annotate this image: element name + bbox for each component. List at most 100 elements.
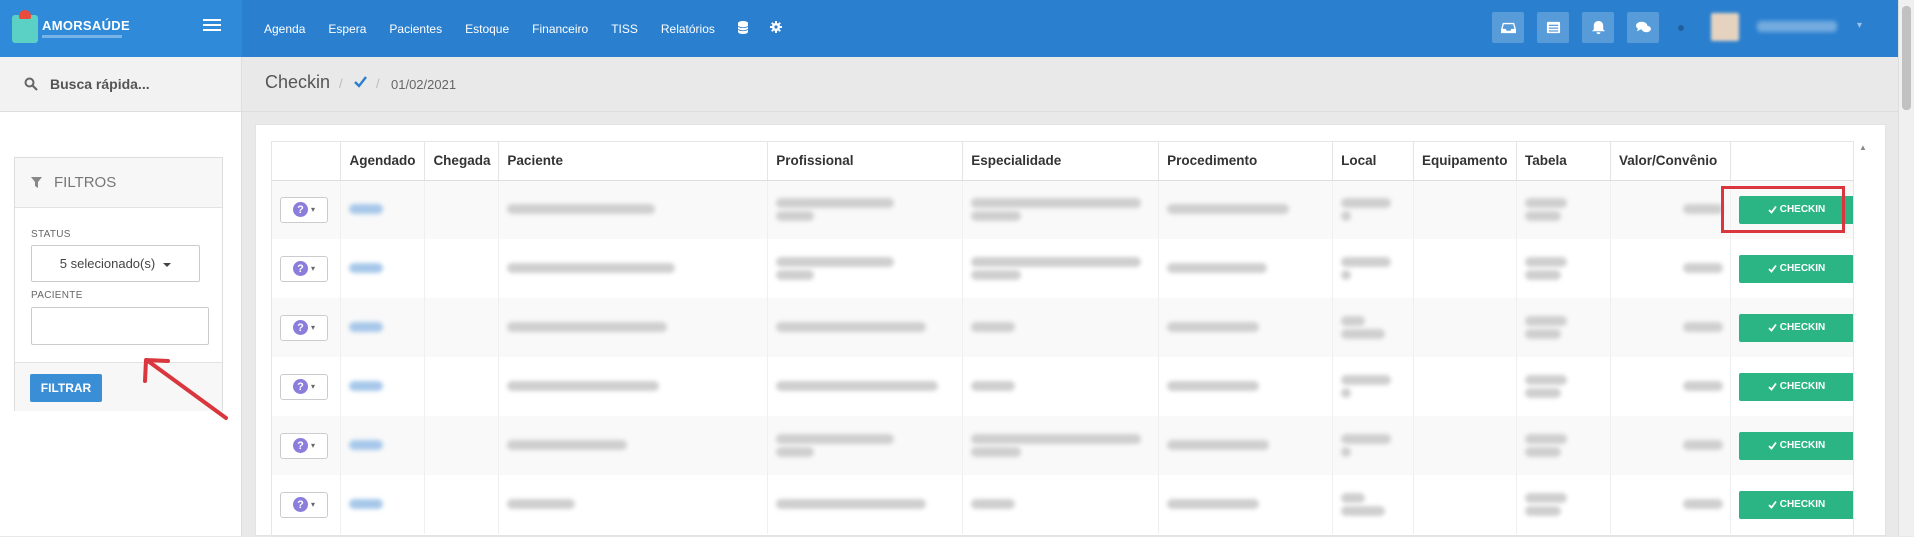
table-cell — [1158, 298, 1334, 357]
table-row[interactable]: ? ▾ CHECKIN — [272, 475, 1853, 534]
online-status-indicator — [1678, 25, 1684, 31]
status-dropdown-button[interactable]: ? ▾ — [280, 373, 328, 400]
gear-icon[interactable] — [769, 21, 782, 36]
patient-input[interactable] — [31, 307, 209, 345]
checkin-button[interactable]: CHECKIN — [1739, 372, 1853, 401]
status-dropdown-button[interactable]: ? ▾ — [280, 432, 328, 459]
page-scrollbar[interactable] — [1898, 0, 1914, 536]
breadcrumb: Checkin / / 01/02/2021 — [242, 57, 1898, 112]
redacted-text — [349, 204, 384, 215]
nav-tiss[interactable]: TISS — [611, 22, 638, 36]
status-dropdown-button[interactable]: ? ▾ — [280, 491, 328, 518]
scrollbar-thumb[interactable] — [1902, 6, 1911, 110]
redacted-text — [1682, 381, 1723, 391]
checkin-button[interactable]: CHECKIN — [1739, 313, 1853, 342]
col-tabela[interactable]: Tabela — [1516, 142, 1611, 181]
col-agendado[interactable]: Agendado — [340, 142, 426, 181]
col-profissional[interactable]: Profissional — [767, 142, 964, 181]
table-row[interactable]: ? ▾ CHECKIN — [272, 298, 1853, 357]
nav-agenda[interactable]: Agenda — [264, 22, 305, 36]
table-cell[interactable] — [340, 239, 426, 298]
chat-icon[interactable] — [1627, 12, 1659, 43]
redacted-text — [1525, 329, 1562, 339]
redacted-text — [1682, 440, 1723, 450]
checkin-label: CHECKIN — [1779, 204, 1826, 216]
table-row[interactable]: ? ▾ CHECKIN — [272, 180, 1853, 239]
table-cell — [1610, 239, 1732, 298]
nav-espera[interactable]: Espera — [328, 22, 366, 36]
redacted-text — [1525, 447, 1562, 457]
redacted-text — [776, 211, 815, 222]
checkin-button[interactable]: CHECKIN — [1739, 490, 1853, 519]
nav-pacientes[interactable]: Pacientes — [389, 22, 442, 36]
checkin-cell: CHECKIN — [1730, 357, 1853, 416]
checkin-button[interactable]: CHECKIN — [1739, 431, 1853, 460]
table-cell[interactable] — [340, 475, 426, 534]
nav-estoque[interactable]: Estoque — [465, 22, 509, 36]
checkin-button[interactable]: CHECKIN — [1739, 195, 1853, 224]
filter-button[interactable]: FILTRAR — [30, 374, 102, 402]
user-name[interactable] — [1757, 21, 1837, 32]
table-cell[interactable] — [340, 298, 426, 357]
checkin-cell: CHECKIN — [1730, 416, 1853, 475]
col-local[interactable]: Local — [1332, 142, 1415, 181]
col-especialidade[interactable]: Especialidade — [962, 142, 1160, 181]
table-cell — [962, 416, 1160, 475]
brand-area[interactable]: AMORSAÚDE — [0, 0, 242, 57]
redacted-text — [776, 270, 815, 280]
col-valor-convenio[interactable]: Valor/Convênio — [1610, 142, 1732, 181]
table-scroll-up-icon[interactable]: ▲ — [1859, 143, 1867, 152]
status-dropdown-button[interactable]: ? ▾ — [280, 255, 328, 282]
redacted-text — [1682, 263, 1723, 273]
table-cell — [498, 357, 769, 416]
col-procedimento[interactable]: Procedimento — [1158, 142, 1334, 181]
table-cell — [498, 298, 769, 357]
col-paciente[interactable]: Paciente — [498, 142, 769, 181]
redacted-text — [1167, 440, 1270, 450]
table-row[interactable]: ? ▾ CHECKIN — [272, 416, 1853, 475]
redacted-text — [349, 263, 384, 273]
table-cell[interactable] — [340, 180, 426, 239]
redacted-text — [1341, 270, 1352, 280]
table-row[interactable]: ? ▾ CHECKIN — [272, 357, 1853, 416]
col-equipamento[interactable]: Equipamento — [1413, 142, 1518, 181]
table-cell — [424, 357, 500, 416]
inbox-icon[interactable] — [1492, 12, 1524, 43]
table-cell — [498, 416, 769, 475]
table-cell — [1610, 298, 1732, 357]
table-cell — [1332, 357, 1415, 416]
redacted-text — [1682, 322, 1723, 332]
col-checkin — [1730, 142, 1853, 181]
nav-relatorios[interactable]: Relatórios — [661, 22, 715, 36]
redacted-text — [971, 381, 1016, 391]
redacted-text — [1525, 388, 1562, 398]
col-actions — [272, 142, 342, 181]
avatar[interactable] — [1711, 13, 1739, 41]
menu-toggle-icon[interactable] — [203, 19, 221, 33]
breadcrumb-date: 01/02/2021 — [391, 77, 457, 92]
list-icon[interactable] — [1537, 12, 1569, 43]
checkin-button[interactable]: CHECKIN — [1739, 254, 1853, 283]
quick-search[interactable]: Busca rápida... — [0, 57, 241, 112]
table-row[interactable]: ? ▾ CHECKIN — [272, 239, 1853, 298]
nav-financeiro[interactable]: Financeiro — [532, 22, 588, 36]
chevron-down-icon: ▾ — [310, 323, 315, 332]
table-cell — [1610, 357, 1732, 416]
chevron-down-icon[interactable]: ▾ — [1857, 20, 1862, 31]
bell-icon[interactable] — [1582, 12, 1614, 43]
table-cell[interactable] — [340, 357, 426, 416]
table-cell — [767, 239, 964, 298]
redacted-text — [1525, 375, 1568, 385]
table-cell[interactable] — [340, 416, 426, 475]
question-icon: ? — [292, 379, 308, 394]
redacted-text — [1525, 270, 1562, 280]
table-cell — [424, 475, 500, 534]
status-dropdown-button[interactable]: ? ▾ — [280, 314, 328, 341]
table-cell — [1158, 357, 1334, 416]
status-select-value: 5 selecionado(s) — [59, 256, 156, 271]
checkin-table: Agendado Chegada Paciente Profissional E… — [272, 142, 1853, 534]
status-select[interactable]: 5 selecionado(s) — [31, 245, 200, 282]
status-dropdown-button[interactable]: ? ▾ — [280, 196, 328, 223]
col-chegada[interactable]: Chegada — [424, 142, 500, 181]
database-icon[interactable] — [737, 20, 749, 37]
